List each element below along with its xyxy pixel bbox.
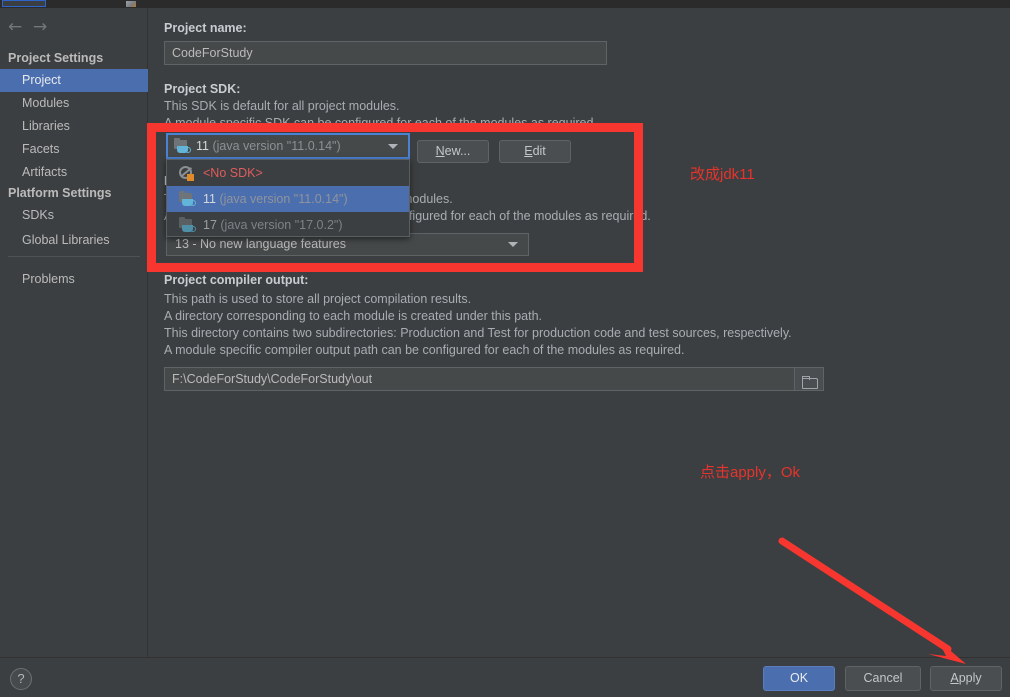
project-name-label: Project name: [164,21,247,35]
sidebar-item-libraries[interactable]: Libraries [0,115,148,138]
settings-dialog: ← → Project Settings Project Modules Lib… [0,0,1010,697]
project-name-input[interactable]: CodeForStudy [164,41,607,65]
chevron-down-icon[interactable] [388,144,398,149]
sidebar-nav-row: ← → [0,14,148,42]
compiler-output-desc-line3: This directory contains two subdirectori… [164,326,792,340]
sidebar-item-label: Problems [22,272,75,286]
sdk-option-label: <No SDK> [203,166,263,180]
project-sdk-dropdown-popup[interactable]: <No SDK> 11 (java version "11.0.14") 17 … [166,159,410,237]
sidebar-item-facets[interactable]: Facets [0,138,148,161]
chevron-down-icon[interactable] [508,242,518,247]
settings-sidebar: ← → Project Settings Project Modules Lib… [0,8,148,657]
compiler-output-browse-button[interactable] [794,368,823,390]
sidebar-item-label: Project [22,73,61,87]
sidebar-divider [8,256,140,257]
project-sdk-selected-text: 11 (java version "11.0.14") [196,139,341,153]
project-sdk-label: Project SDK: [164,82,241,96]
window-icon-stub [126,1,136,7]
no-sdk-icon [179,166,195,181]
help-button[interactable]: ? [10,668,32,690]
sdk-option-number: 11 [203,192,216,206]
red-pointer-arrow [778,537,966,664]
sidebar-item-label: Artifacts [22,165,68,179]
jdk-folder-icon [174,138,191,154]
compiler-output-path-input[interactable]: F:\CodeForStudy\CodeForStudy\out [164,367,824,391]
sidebar-item-label: SDKs [22,208,54,222]
sidebar-heading-platform-settings: Platform Settings [8,186,112,200]
project-sdk-combobox[interactable]: 11 (java version "11.0.14") [166,133,410,159]
project-sdk-desc-line2: A module specific SDK can be configured … [164,116,597,130]
sidebar-item-label: Libraries [22,119,70,133]
window-top-strip [0,0,1010,8]
window-tab-stub[interactable] [2,0,46,7]
project-sdk-desc-line1: This SDK is default for all project modu… [164,99,400,113]
sidebar-item-sdks[interactable]: SDKs [0,204,148,227]
annotation-note-apply: 点击apply，Ok [700,464,801,481]
new-sdk-button[interactable]: New... [417,140,489,163]
sidebar-item-problems[interactable]: Problems [0,268,148,291]
sdk-option-jdk-11[interactable]: 11 (java version "11.0.14") [167,186,409,212]
annotation-note-sdk: 改成jdk11 [690,166,755,183]
edit-sdk-button[interactable]: Edit [499,140,571,163]
sidebar-item-artifacts[interactable]: Artifacts [0,161,148,184]
folder-browse-icon [802,376,818,389]
sdk-option-no-sdk[interactable]: <No SDK> [167,160,409,186]
arrow-left-icon[interactable]: ← [8,19,22,36]
jdk-folder-icon [179,217,196,233]
compiler-output-desc-line2: A directory corresponding to each module… [164,309,542,323]
sidebar-heading-project-settings: Project Settings [8,51,104,65]
compiler-output-label: Project compiler output: [164,273,309,287]
sidebar-item-project[interactable]: Project [0,69,148,92]
compiler-output-desc-line1: This path is used to store all project c… [164,292,472,306]
jdk-folder-icon [179,191,196,207]
sdk-option-version: (java version "17.0.2") [220,218,343,232]
sdk-option-version: (java version "11.0.14") [219,192,348,206]
language-level-desc-line2-tail: nfigured for each of the modules as requ… [402,209,651,223]
sidebar-item-modules[interactable]: Modules [0,92,148,115]
sdk-option-jdk-17[interactable]: 17 (java version "17.0.2") [167,212,409,238]
compiler-output-desc-line4: A module specific compiler output path c… [164,343,685,357]
sidebar-item-label: Global Libraries [22,233,110,247]
sdk-option-number: 17 [203,218,217,232]
sidebar-item-label: Facets [22,142,60,156]
arrow-right-icon[interactable]: → [33,19,47,36]
sidebar-item-global-libraries[interactable]: Global Libraries [0,229,148,252]
sidebar-item-label: Modules [22,96,70,110]
